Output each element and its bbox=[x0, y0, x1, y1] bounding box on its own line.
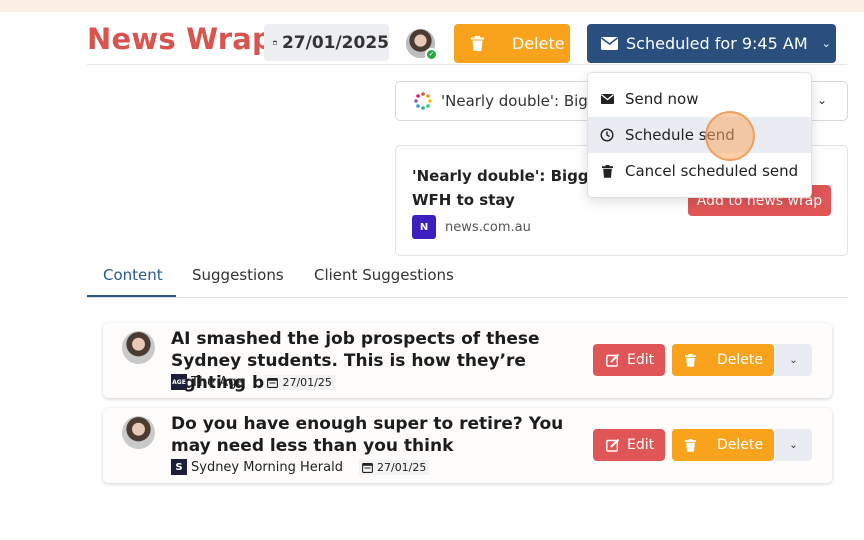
menu-item-label: Cancel scheduled send bbox=[625, 162, 799, 180]
content-tabs: Content Suggestions Client Suggestions bbox=[87, 256, 848, 298]
source-logo: N bbox=[412, 215, 436, 239]
more-options-button[interactable]: ⌄ bbox=[775, 429, 812, 461]
menu-item-schedule-send[interactable]: Schedule send bbox=[588, 117, 811, 153]
schedule-dropdown-button[interactable]: Scheduled for 9:45 AM ⌄ bbox=[587, 24, 836, 63]
trash-icon bbox=[685, 353, 696, 367]
menu-item-label: Send now bbox=[625, 90, 699, 108]
delete-wrap-label: Delete bbox=[512, 34, 565, 53]
article-date: 27/01/25 bbox=[264, 374, 335, 390]
top-banner-strip bbox=[0, 0, 864, 12]
source-logo: S bbox=[171, 459, 187, 475]
clock-icon bbox=[600, 128, 614, 142]
author-avatar bbox=[122, 416, 155, 449]
edit-icon bbox=[606, 438, 620, 452]
tab-content[interactable]: Content bbox=[103, 266, 163, 284]
delete-label: Delete bbox=[717, 437, 763, 453]
calendar-icon bbox=[273, 40, 277, 45]
schedule-dropdown-menu: Send now Schedule send Cancel scheduled … bbox=[587, 72, 812, 198]
more-options-button[interactable]: ⌄ bbox=[775, 344, 812, 376]
trash-icon bbox=[685, 438, 696, 452]
article-title[interactable]: Do you have enough super to retire? You … bbox=[171, 413, 581, 457]
menu-item-send-now[interactable]: Send now bbox=[588, 81, 811, 117]
edit-label: Edit bbox=[627, 352, 655, 368]
article-card: AI smashed the job prospects of these Sy… bbox=[103, 323, 832, 398]
active-tab-indicator bbox=[87, 295, 176, 297]
user-avatar[interactable]: ✓ bbox=[406, 29, 438, 61]
article-date-value: 27/01/25 bbox=[282, 375, 332, 389]
calendar-icon bbox=[362, 462, 373, 473]
edit-button[interactable]: Edit bbox=[593, 429, 665, 461]
edit-icon bbox=[606, 353, 620, 367]
delete-wrap-button[interactable]: Delete bbox=[454, 24, 570, 63]
schedule-label: Scheduled for 9:45 AM bbox=[626, 34, 808, 53]
page-title: News Wrap bbox=[87, 22, 273, 56]
chevron-down-icon: ⌄ bbox=[789, 439, 798, 451]
article-source: The Age bbox=[191, 374, 245, 390]
check-icon: ✓ bbox=[425, 48, 438, 61]
chevron-down-icon: ⌄ bbox=[789, 354, 798, 366]
source-logo: AGE bbox=[171, 374, 187, 390]
author-avatar bbox=[122, 331, 155, 364]
header-divider bbox=[87, 64, 847, 65]
preview-source: N news.com.au bbox=[412, 215, 531, 239]
menu-item-cancel-scheduled-send[interactable]: Cancel scheduled send bbox=[588, 153, 811, 189]
article-card: Do you have enough super to retire? You … bbox=[103, 408, 832, 483]
edit-label: Edit bbox=[627, 437, 655, 453]
article-meta: AGE The Age 27/01/25 bbox=[171, 374, 335, 390]
tab-suggestions[interactable]: Suggestions bbox=[192, 266, 284, 284]
date-picker[interactable]: 27/01/2025 bbox=[264, 24, 389, 61]
delete-button[interactable]: Delete bbox=[672, 429, 774, 461]
envelope-icon bbox=[600, 92, 614, 106]
date-value: 27/01/2025 bbox=[281, 32, 389, 53]
article-source: Sydney Morning Herald bbox=[191, 459, 343, 475]
envelope-icon bbox=[601, 37, 618, 50]
trash-icon bbox=[600, 164, 614, 178]
edit-button[interactable]: Edit bbox=[593, 344, 665, 376]
article-date: 27/01/25 bbox=[358, 459, 430, 475]
preview-source-name: news.com.au bbox=[445, 219, 531, 235]
delete-label: Delete bbox=[717, 352, 763, 368]
click-indicator bbox=[705, 111, 755, 161]
loading-spinner-icon bbox=[414, 92, 432, 110]
delete-button[interactable]: Delete bbox=[672, 344, 774, 376]
chevron-down-icon[interactable]: ⌄ bbox=[817, 93, 827, 107]
trash-icon bbox=[471, 36, 484, 51]
chevron-down-icon: ⌄ bbox=[821, 37, 831, 50]
article-date-value: 27/01/25 bbox=[376, 460, 427, 474]
article-select-value: 'Nearly double': Bigg bbox=[441, 92, 598, 110]
tab-client-suggestions[interactable]: Client Suggestions bbox=[314, 266, 454, 284]
calendar-icon bbox=[267, 377, 279, 388]
article-meta: S Sydney Morning Herald 27/01/25 bbox=[171, 459, 430, 475]
